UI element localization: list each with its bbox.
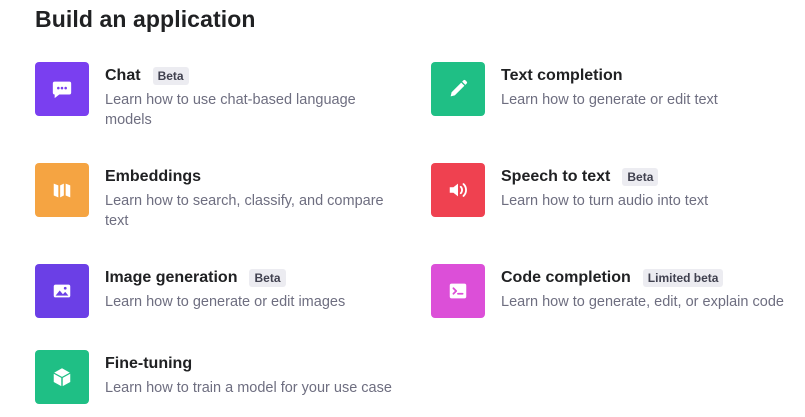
chat-icon <box>51 78 73 100</box>
page-title: Build an application <box>35 6 256 32</box>
beta-badge: Beta <box>249 269 286 287</box>
pencil-icon <box>447 78 469 100</box>
terminal-icon <box>447 280 469 302</box>
card-title: Speech to text <box>501 168 611 185</box>
card-description: Learn how to generate or edit text <box>501 92 718 108</box>
card-title: Chat <box>105 67 141 84</box>
card-chat[interactable]: Chat Beta Learn how to use chat-based la… <box>35 62 415 132</box>
limited-beta-badge: Limited beta <box>642 269 724 287</box>
card-icon-tile <box>35 163 89 217</box>
image-icon <box>51 280 73 302</box>
card-image-generation[interactable]: Image generation Beta Learn how to gener… <box>35 264 415 334</box>
speaker-icon <box>447 179 469 201</box>
card-text-completion[interactable]: Text completion Learn how to generate or… <box>431 62 805 132</box>
beta-badge: Beta <box>622 168 659 186</box>
card-title: Text completion <box>501 67 623 84</box>
card-title: Image generation <box>105 269 238 286</box>
card-description: Learn how to search, classify, and compa… <box>105 193 384 229</box>
card-description: Learn how to train a model for your use … <box>105 380 392 396</box>
card-description: Learn how to use chat-based language mod… <box>105 92 356 128</box>
card-icon-tile <box>431 163 485 217</box>
card-title: Fine-tuning <box>105 355 193 372</box>
card-description: Learn how to generate or edit images <box>105 294 346 310</box>
card-title: Code completion <box>501 269 631 286</box>
card-icon-tile <box>35 62 89 116</box>
beta-badge: Beta <box>152 67 189 85</box>
card-description: Learn how to generate, edit, or explain … <box>501 294 784 310</box>
card-speech-to-text[interactable]: Speech to text Beta Learn how to turn au… <box>431 163 805 233</box>
cube-icon <box>51 366 73 388</box>
card-description: Learn how to turn audio into text <box>501 193 709 209</box>
card-icon-tile <box>431 62 485 116</box>
columns-icon <box>51 179 73 201</box>
card-fine-tuning[interactable]: Fine-tuning Learn how to train a model f… <box>35 350 415 417</box>
card-icon-tile <box>35 264 89 318</box>
card-embeddings[interactable]: Embeddings Learn how to search, classify… <box>35 163 415 233</box>
card-title: Embeddings <box>105 168 202 185</box>
card-code-completion[interactable]: Code completion Limited beta Learn how t… <box>431 264 805 334</box>
card-icon-tile <box>431 264 485 318</box>
card-icon-tile <box>35 350 89 404</box>
